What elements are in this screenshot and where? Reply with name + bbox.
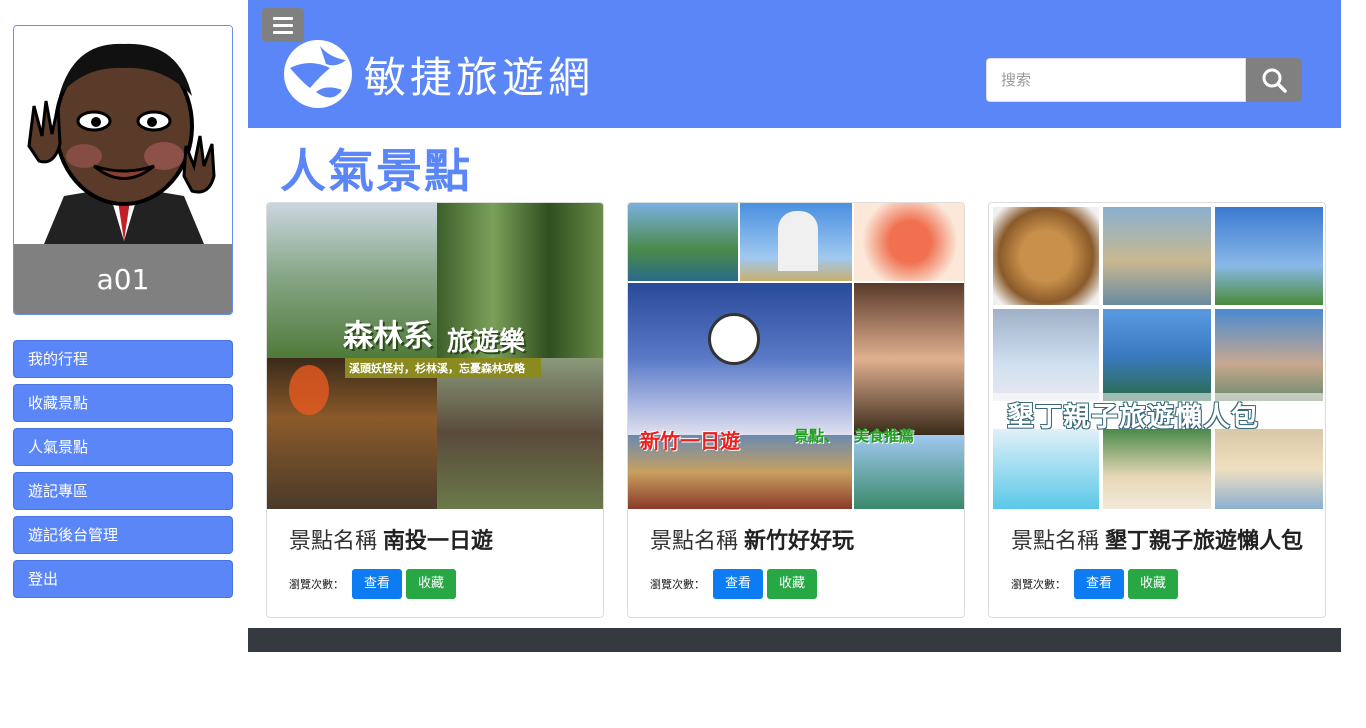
site-title: 敏捷旅遊網 [364,52,595,102]
image-caption: 森林系 [343,319,433,354]
search-button[interactable] [1246,58,1302,102]
image-caption: 景點、 [794,427,840,445]
view-button[interactable]: 查看 [713,569,764,599]
search-bar [986,58,1302,102]
sidebar-item-travel-notes[interactable]: 遊記專區 [13,472,233,510]
spot-name: 南投一日遊 [383,528,494,554]
spot-name: 新竹好好玩 [744,528,855,554]
header: 敏捷旅遊網 [248,0,1341,128]
image-caption: 美食推薦 [854,427,915,445]
hamburger-icon [273,16,293,20]
views-label: 瀏覽次數： [289,578,344,591]
sidebar-menu: 我的行程 收藏景點 人氣景點 遊記專區 遊記後台管理 登出 [13,340,233,598]
username: a01 [14,244,232,314]
sidebar-item-saved-spots[interactable]: 收藏景點 [13,384,233,422]
favorite-button[interactable]: 收藏 [767,569,818,599]
sidebar-item-logout[interactable]: 登出 [13,560,233,598]
image-caption: 旅遊樂 [447,327,526,357]
spot-name-label: 景點名稱 [289,529,378,554]
site-logo[interactable]: 敏捷旅遊網 [280,38,594,110]
search-icon [1262,68,1287,93]
logo-icon [284,40,352,108]
spot-card-list: 森林系 旅遊樂 溪頭妖怪村，杉林溪，忘憂森林攻略 景點名稱 南投一日遊 瀏覽次數：… [266,202,1326,618]
views-label: 瀏覽次數： [650,578,705,591]
hamburger-menu-button[interactable] [262,8,304,42]
section-title: 人氣景點 [280,144,472,198]
spot-name-label: 景點名稱 [650,529,739,554]
spot-card: 墾丁親子旅遊懶人包 景點名稱 墾丁親子旅遊懶人包 瀏覽次數： 查看 收藏 [988,202,1326,618]
spot-name: 墾丁親子旅遊懶人包 [1105,528,1304,554]
view-button[interactable]: 查看 [1074,569,1125,599]
spot-image[interactable]: 森林系 旅遊樂 溪頭妖怪村，杉林溪，忘憂森林攻略 [267,203,603,509]
spot-card: 森林系 旅遊樂 溪頭妖怪村，杉林溪，忘憂森林攻略 景點名稱 南投一日遊 瀏覽次數：… [266,202,604,618]
search-input[interactable] [986,58,1246,102]
views-label: 瀏覽次數： [1011,578,1066,591]
favorite-button[interactable]: 收藏 [1128,569,1179,599]
sidebar-item-popular-spots[interactable]: 人氣景點 [13,428,233,466]
spot-name-label: 景點名稱 [1011,529,1100,554]
favorite-button[interactable]: 收藏 [406,569,457,599]
spot-image[interactable]: 新竹一日遊 景點、 美食推薦 [628,203,964,509]
footer [248,628,1341,652]
image-caption: 溪頭妖怪村，杉林溪，忘憂森林攻略 [345,358,541,378]
image-caption: 墾丁親子旅遊懶人包 [1007,402,1259,433]
image-caption: 新竹一日遊 [640,429,740,453]
spot-image[interactable]: 墾丁親子旅遊懶人包 [989,203,1325,509]
sidebar: a01 我的行程 收藏景點 人氣景點 遊記專區 遊記後台管理 登出 [13,25,233,604]
profile-card: a01 [13,25,233,315]
avatar[interactable] [14,26,232,244]
view-button[interactable]: 查看 [352,569,403,599]
sidebar-item-my-trips[interactable]: 我的行程 [13,340,233,378]
main-content: 敏捷旅遊網 人氣景點 森林系 旅遊樂 溪頭妖怪村，杉林溪 [248,0,1341,652]
spot-card: 新竹一日遊 景點、 美食推薦 景點名稱 新竹好好玩 瀏覽次數： 查看 收藏 [627,202,965,618]
sidebar-item-notes-admin[interactable]: 遊記後台管理 [13,516,233,554]
